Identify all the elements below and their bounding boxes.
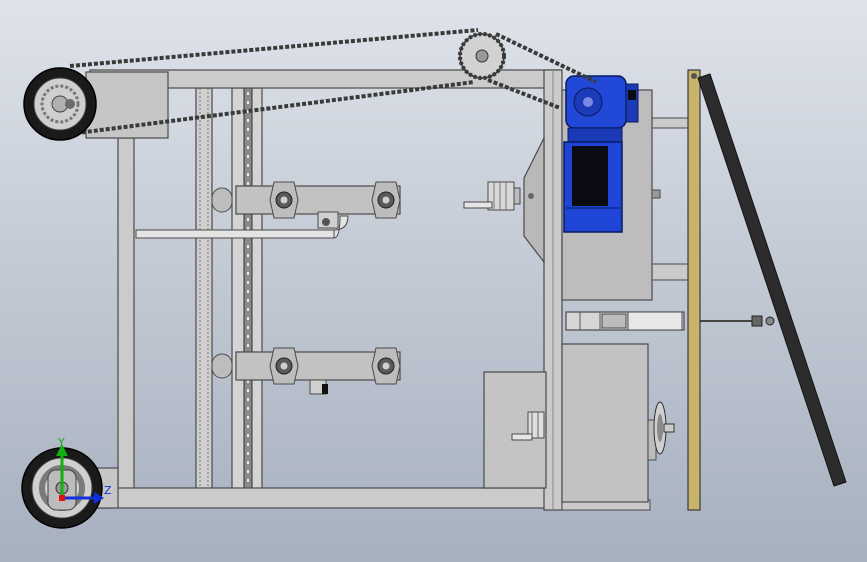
top-left-wheel [23,67,97,141]
diagonal-strip [697,73,847,487]
top-sprocket [458,32,506,80]
cad-viewport[interactable]: Y Z [0,0,867,562]
conical-hopper [523,137,545,264]
pneumatic-cylinder [565,311,775,331]
vertical-chain-guide [231,87,263,491]
machine-drawing: Y Z [21,28,847,529]
vertical-board [687,69,701,511]
axis-z-label: Z [104,484,112,497]
nozzle-valve [463,181,521,211]
axis-y-label: Y [57,436,65,449]
vertical-rail-left [195,87,213,491]
lower-tank [561,343,675,503]
control-box [483,371,547,489]
